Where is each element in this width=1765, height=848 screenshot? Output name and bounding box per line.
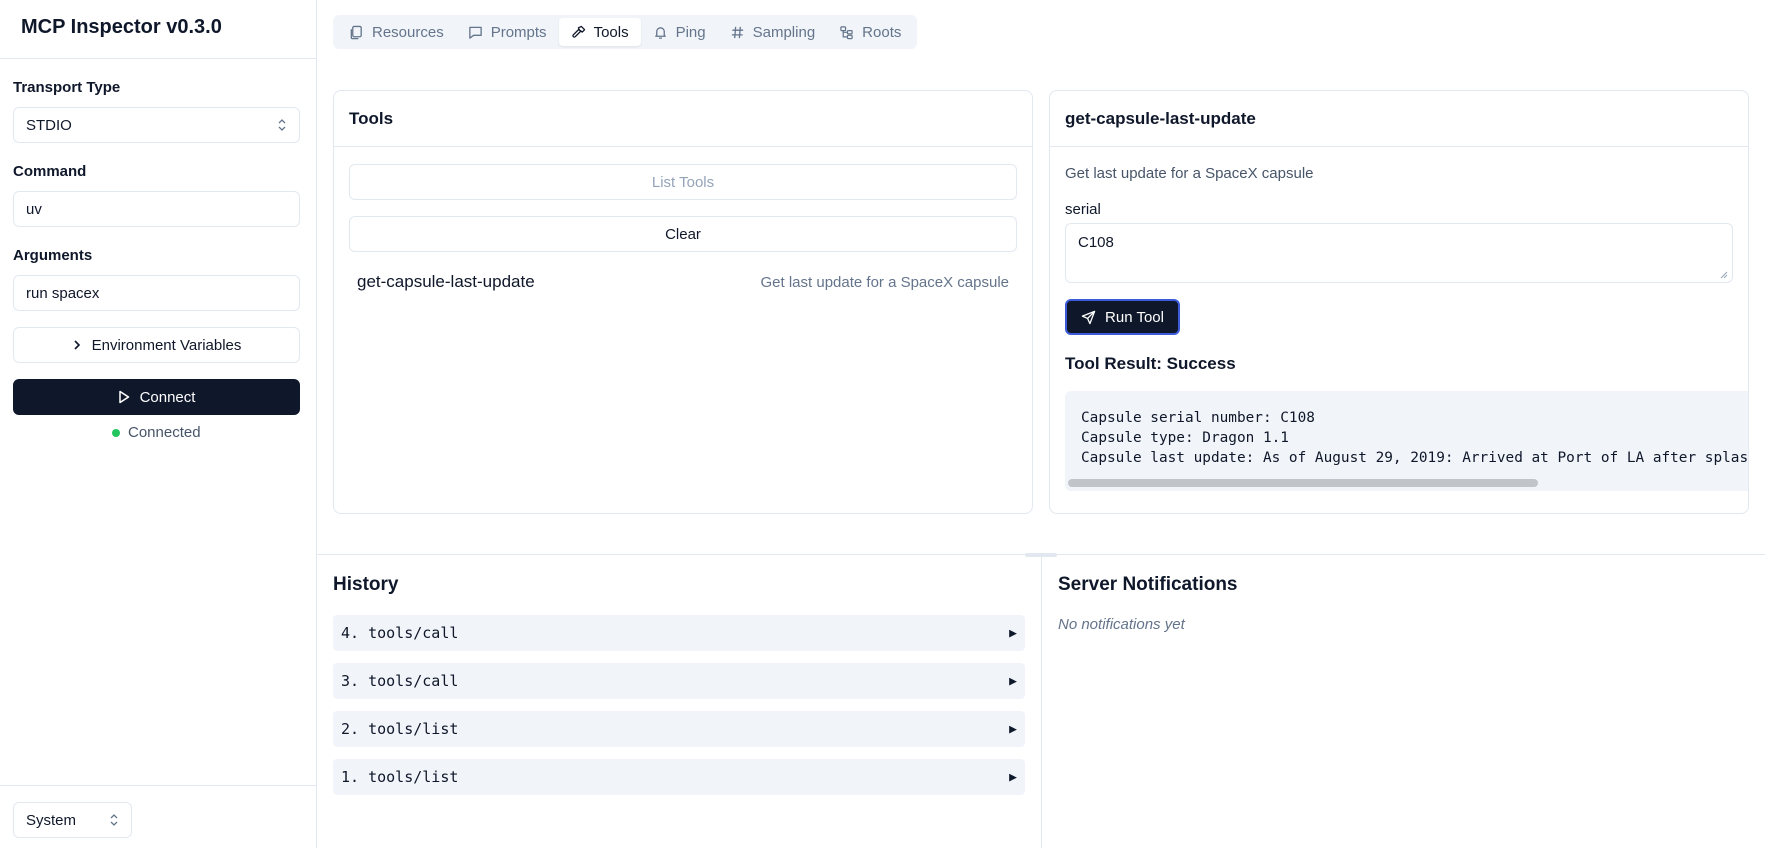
result-line: Capsule serial number: C108	[1081, 410, 1315, 426]
divider	[0, 58, 316, 59]
server-notifications-title: Server Notifications	[1058, 574, 1238, 595]
arguments-input[interactable]: run spacex	[13, 275, 300, 311]
result-line: Capsule type: Dragon 1.1	[1081, 430, 1289, 446]
theme-value: System	[26, 811, 77, 829]
serial-value: C108	[1078, 234, 1114, 251]
tool-list-item[interactable]: get-capsule-last-update Get last update …	[349, 264, 1017, 300]
tab-tools[interactable]: Tools	[558, 18, 641, 46]
chevron-up-down-icon	[278, 119, 286, 131]
tools-panel: Tools List Tools Clear get-capsule-last-…	[333, 90, 1033, 514]
command-value: uv	[26, 200, 42, 218]
app-title: MCP Inspector v0.3.0	[21, 16, 222, 38]
clear-button[interactable]: Clear	[349, 216, 1017, 252]
tab-roots[interactable]: Roots	[827, 18, 913, 46]
transport-type-label: Transport Type	[13, 79, 121, 96]
notifications-empty-text: No notifications yet	[1058, 616, 1185, 633]
environment-variables-button[interactable]: Environment Variables	[13, 327, 300, 363]
expand-arrow-icon: ▶	[1009, 673, 1017, 689]
tool-detail-description: Get last update for a SpaceX capsule	[1065, 165, 1314, 182]
send-icon	[1081, 310, 1096, 324]
tool-result-text: Capsule serial number: C108 Capsule type:…	[1081, 408, 1749, 468]
transport-type-value: STDIO	[26, 116, 72, 134]
history-item[interactable]: 2. tools/list ▶	[333, 711, 1025, 747]
tool-detail-title: get-capsule-last-update	[1065, 109, 1256, 128]
divider	[1041, 555, 1042, 848]
connection-status: Connected	[112, 424, 201, 441]
sidebar: MCP Inspector v0.3.0 Transport Type STDI…	[0, 0, 317, 848]
tab-label: Resources	[372, 23, 444, 41]
expand-arrow-icon: ▶	[1009, 769, 1017, 785]
tab-label: Prompts	[490, 23, 547, 41]
command-input[interactable]: uv	[13, 191, 300, 227]
chevron-up-down-icon	[110, 814, 118, 826]
tab-ping[interactable]: Ping	[641, 18, 718, 46]
history-title: History	[333, 574, 399, 595]
tab-bar: Resources Prompts Tools Ping Sampling Ro…	[333, 15, 918, 49]
run-tool-label: Run Tool	[1105, 308, 1164, 326]
folder-tree-icon	[840, 25, 853, 39]
history-item-label: 4. tools/call	[341, 624, 459, 642]
hammer-icon	[571, 25, 585, 38]
resize-grip-icon[interactable]	[1720, 271, 1728, 279]
serial-input[interactable]: C108	[1065, 223, 1733, 283]
chevron-right-icon	[74, 340, 80, 350]
tab-resources[interactable]: Resources	[337, 18, 456, 46]
result-line: Capsule last update: As of August 29, 20…	[1081, 450, 1749, 466]
tools-panel-title: Tools	[349, 109, 394, 128]
history-item[interactable]: 3. tools/call ▶	[333, 663, 1025, 699]
status-dot-icon	[112, 428, 120, 437]
divider	[334, 146, 1032, 147]
bell-icon	[654, 26, 666, 39]
files-icon	[350, 25, 362, 39]
hash-icon	[731, 26, 743, 38]
history-item-label: 3. tools/call	[341, 672, 459, 690]
history-item[interactable]: 1. tools/list ▶	[333, 759, 1025, 795]
list-tools-button[interactable]: List Tools	[349, 164, 1017, 200]
command-label: Command	[13, 163, 87, 180]
arguments-value: run spacex	[26, 284, 100, 302]
connect-button[interactable]: Connect	[13, 379, 300, 415]
horizontal-scrollbar[interactable]	[1068, 479, 1538, 487]
transport-type-select[interactable]: STDIO	[13, 107, 300, 143]
theme-select[interactable]: System	[13, 802, 132, 838]
play-icon	[118, 390, 129, 404]
expand-arrow-icon: ▶	[1009, 721, 1017, 737]
tab-label: Roots	[862, 23, 902, 41]
tab-label: Tools	[593, 23, 629, 41]
history-item-label: 2. tools/list	[341, 720, 459, 738]
run-tool-button[interactable]: Run Tool	[1065, 299, 1180, 335]
tab-prompts[interactable]: Prompts	[456, 18, 559, 46]
tool-result-output[interactable]: Capsule serial number: C108 Capsule type:…	[1065, 391, 1749, 491]
divider	[1050, 146, 1748, 147]
history-item[interactable]: 4. tools/call ▶	[333, 615, 1025, 651]
tool-name: get-capsule-last-update	[357, 272, 535, 291]
message-icon	[468, 26, 482, 39]
connect-label: Connect	[139, 388, 196, 406]
history-item-label: 1. tools/list	[341, 768, 459, 786]
tab-sampling[interactable]: Sampling	[718, 18, 828, 46]
tool-detail-panel: get-capsule-last-update Get last update …	[1049, 90, 1749, 514]
status-text: Connected	[128, 424, 201, 441]
tab-label: Sampling	[752, 23, 816, 41]
serial-label: serial	[1065, 201, 1101, 218]
tool-description: Get last update for a SpaceX capsule	[760, 273, 1010, 291]
tab-label: Ping	[675, 23, 706, 41]
tool-result-title: Tool Result: Success	[1065, 354, 1236, 373]
arguments-label: Arguments	[13, 247, 93, 264]
environment-variables-label: Environment Variables	[91, 336, 242, 354]
expand-arrow-icon: ▶	[1009, 625, 1017, 641]
divider	[0, 785, 316, 786]
